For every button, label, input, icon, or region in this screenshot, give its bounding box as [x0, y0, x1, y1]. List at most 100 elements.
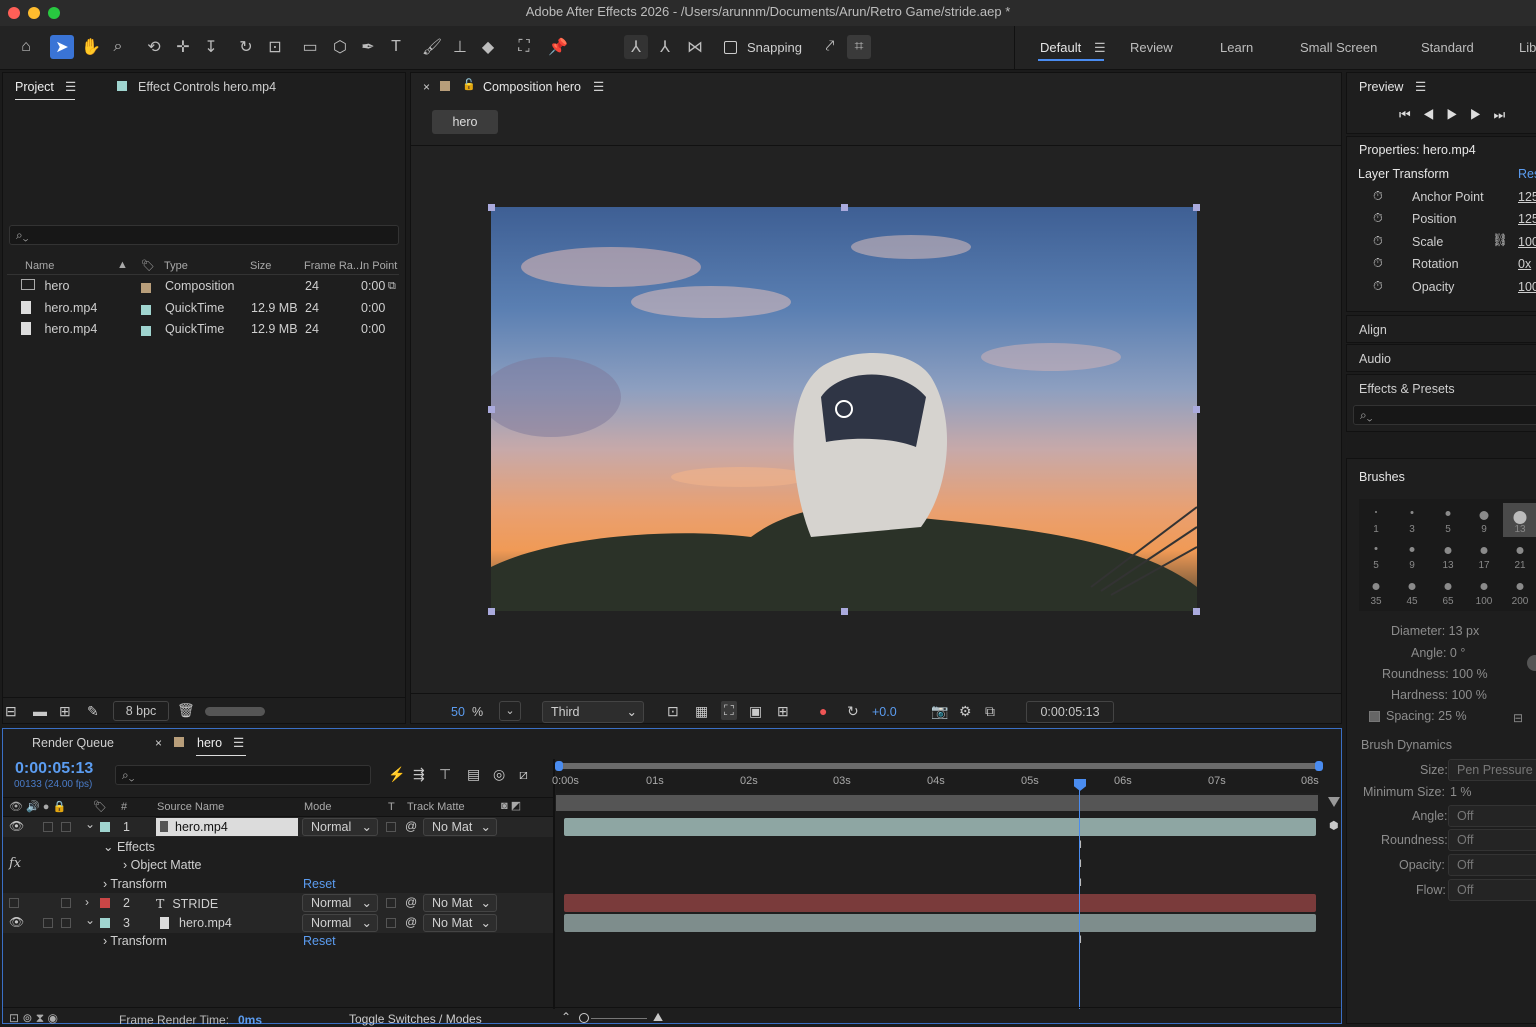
zoom-window-button[interactable]	[48, 7, 60, 19]
bit-depth-button[interactable]: 8 bpc	[113, 701, 169, 721]
composition-viewer-image[interactable]	[491, 207, 1197, 611]
timeline-search-input[interactable]: ⌕⌄	[115, 765, 371, 785]
brush-tool-icon[interactable]: 🖌	[420, 35, 444, 59]
rotation-value[interactable]: 0x	[1518, 257, 1531, 271]
col-track-matte[interactable]: Track Matte	[407, 801, 465, 813]
preserve-transparency-switch[interactable]	[386, 898, 396, 908]
orbit-camera-icon[interactable]: ⟲	[142, 35, 166, 59]
tab-timeline-hero[interactable]: hero	[197, 736, 222, 750]
hardness-label[interactable]: Hardness: 100 %	[1391, 688, 1487, 702]
effects-group[interactable]: ⌄ Effects	[103, 839, 155, 854]
new-folder-icon[interactable]: ▬	[33, 703, 47, 719]
3d-view-icon[interactable]: ⧉	[985, 703, 995, 720]
layer-name[interactable]: hero.mp4	[156, 916, 232, 930]
composition-breadcrumb[interactable]: hero	[432, 110, 498, 134]
angle-dynamics-select[interactable]: Off	[1448, 805, 1536, 827]
lock-switch[interactable]	[61, 898, 71, 908]
project-search-input[interactable]: ⌕⌄	[9, 225, 399, 245]
sort-ascending-icon[interactable]: ▲	[117, 259, 128, 271]
matte-link-icon[interactable]: @	[405, 895, 417, 909]
layer-end-marker-icon[interactable]: ⬢	[1329, 819, 1339, 832]
label-column-icon[interactable]: 🏷	[141, 259, 155, 272]
matte-link-icon[interactable]: @	[405, 819, 417, 833]
transform-handle[interactable]	[488, 608, 495, 615]
minimum-size-value[interactable]: 1 %	[1450, 785, 1472, 799]
spacing-row[interactable]: Spacing: 25 %	[1369, 709, 1467, 723]
home-icon[interactable]: ⌂	[14, 35, 38, 59]
exposure-value[interactable]: +0.0	[872, 705, 897, 719]
layer-2-duration-bar[interactable]	[564, 894, 1316, 912]
close-window-button[interactable]	[8, 7, 20, 19]
comp-marker-bar[interactable]	[556, 795, 1318, 811]
brush-tip[interactable]: 200	[1503, 575, 1536, 609]
label-swatch[interactable]	[100, 918, 110, 928]
eraser-tool-icon[interactable]: ◆	[476, 35, 500, 59]
col-frame-rate[interactable]: Frame Ra...	[304, 260, 362, 272]
shy-layers-icon[interactable]: ⇶	[413, 766, 425, 783]
work-area-start-handle[interactable]	[555, 761, 563, 771]
expand-chevron-icon[interactable]: ›	[85, 895, 89, 909]
flow-dynamics-select[interactable]: Off	[1448, 879, 1536, 901]
flowchart-icon[interactable]: ⧉	[388, 280, 396, 293]
world-axis-icon[interactable]: ⅄	[653, 35, 677, 59]
tab-project[interactable]: Project	[15, 80, 54, 94]
type-tool-icon[interactable]: T	[384, 35, 408, 59]
transform-group[interactable]: › Transform	[103, 877, 167, 891]
brush-tip[interactable]: 13	[1431, 539, 1465, 573]
preserve-transparency-switch[interactable]	[386, 822, 396, 832]
snap-edges-icon[interactable]: ⤤	[818, 35, 842, 59]
scale-value[interactable]: 100	[1518, 235, 1536, 249]
workspace-review[interactable]: Review	[1130, 40, 1173, 55]
pen-tool-icon[interactable]: ✒	[356, 35, 380, 59]
snap-features-icon[interactable]: ⌗	[847, 35, 871, 59]
transform-handle[interactable]	[1193, 406, 1200, 413]
eye-icon[interactable]: 👁	[9, 819, 24, 833]
panel-menu-icon[interactable]: ☰	[65, 79, 76, 94]
transform-handle[interactable]	[488, 406, 495, 413]
zoom-dropdown-chevron-icon[interactable]: ⌄	[499, 701, 521, 721]
project-row[interactable]: hero	[21, 279, 70, 293]
transform-reset-link[interactable]: Reset	[303, 877, 336, 891]
transform-handle[interactable]	[1193, 608, 1200, 615]
show-channel-icon[interactable]: ●	[819, 703, 827, 719]
label-swatch[interactable]	[100, 822, 110, 832]
transform-handle[interactable]	[488, 204, 495, 211]
pan-camera-icon[interactable]: ✛	[171, 35, 195, 59]
opacity-dynamics-select[interactable]: Off	[1448, 854, 1536, 876]
layer-name[interactable]: hero.mp4	[156, 818, 298, 836]
solo-switch[interactable]	[43, 918, 53, 928]
rotation-tool-icon[interactable]: ↻	[234, 35, 258, 59]
object-matte-effect[interactable]: › Object Matte	[123, 858, 202, 872]
col-in-point[interactable]: In Point	[360, 260, 397, 272]
new-brush-icon[interactable]: ⊟	[1513, 711, 1523, 725]
new-composition-icon[interactable]: ⊞	[59, 703, 71, 720]
close-tab-icon[interactable]: ×	[423, 80, 430, 94]
layer-1-duration-bar[interactable]	[564, 818, 1316, 836]
transform-handle[interactable]	[841, 608, 848, 615]
col-t[interactable]: T	[388, 801, 395, 813]
brush-tip[interactable]: 5	[1359, 539, 1393, 573]
trash-icon[interactable]: 🗑	[177, 702, 195, 719]
label-column-icon[interactable]: 🏷	[93, 800, 107, 813]
parent-link-icon[interactable]: ◙ ◩	[501, 799, 521, 812]
brush-tip[interactable]: 1	[1359, 503, 1393, 537]
mask-visibility-icon[interactable]: ⛶	[721, 701, 737, 720]
work-area-end-handle[interactable]	[1315, 761, 1323, 771]
col-size[interactable]: Size	[250, 260, 271, 272]
zoom-in-icon[interactable]: ⛰	[653, 1010, 663, 1025]
anchor-point-value[interactable]: 125	[1518, 190, 1536, 204]
brush-tip-selected[interactable]: 13	[1503, 503, 1536, 537]
brush-tip[interactable]: 5	[1431, 503, 1465, 537]
panel-menu-icon[interactable]: ☰	[1415, 79, 1426, 94]
label-swatch[interactable]	[100, 898, 110, 908]
zoom-value[interactable]: 50	[451, 705, 465, 719]
pan-behind-tool-icon[interactable]: ⊡	[263, 35, 287, 59]
workspace-menu-icon[interactable]: ☰	[1094, 40, 1106, 56]
brush-tip[interactable]: 17	[1467, 539, 1501, 573]
solo-switch[interactable]	[43, 822, 53, 832]
workspace-standard[interactable]: Standard	[1421, 40, 1474, 55]
local-axis-icon[interactable]: ⅄	[624, 35, 648, 59]
frame-blending-icon[interactable]: ⊤	[439, 766, 451, 783]
dolly-camera-icon[interactable]: ↧	[199, 35, 223, 59]
snapshot-camera-icon[interactable]: 📷	[931, 703, 948, 720]
